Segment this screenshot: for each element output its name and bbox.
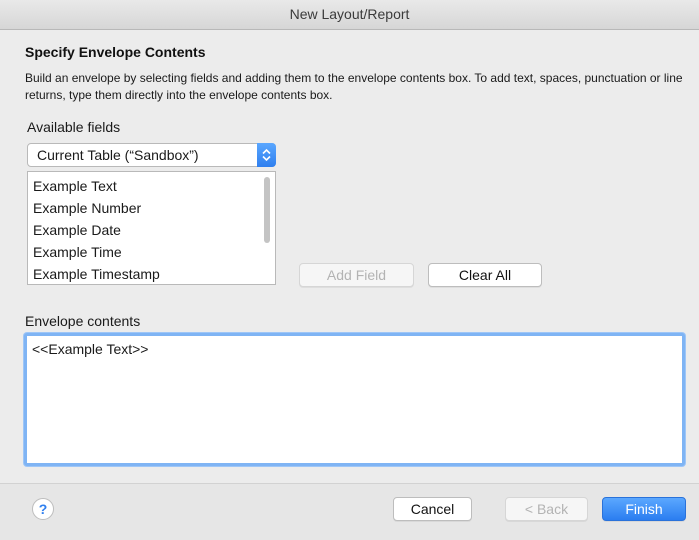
- list-scrollbar-thumb[interactable]: [264, 177, 270, 243]
- field-item-example-text[interactable]: Example Text: [28, 175, 275, 197]
- cancel-button[interactable]: Cancel: [393, 497, 472, 521]
- field-item-example-date[interactable]: Example Date: [28, 219, 275, 241]
- field-item-example-number[interactable]: Example Number: [28, 197, 275, 219]
- updown-chevron-icon[interactable]: [257, 143, 276, 167]
- field-item-example-timestamp[interactable]: Example Timestamp: [28, 263, 275, 284]
- table-select-value: Current Table (“Sandbox”): [37, 147, 199, 163]
- add-field-button[interactable]: Add Field: [299, 263, 414, 287]
- dialog-description: Build an envelope by selecting fields an…: [25, 71, 683, 102]
- finish-button[interactable]: Finish: [602, 497, 686, 521]
- field-item-example-time[interactable]: Example Time: [28, 241, 275, 263]
- table-select[interactable]: Current Table (“Sandbox”): [27, 143, 276, 167]
- available-fields-list[interactable]: Example Text Example Number Example Date…: [27, 171, 276, 285]
- dialog-heading: Specify Envelope Contents: [25, 44, 206, 60]
- help-button[interactable]: ?: [32, 498, 54, 520]
- envelope-contents-label: Envelope contents: [25, 313, 141, 329]
- back-button[interactable]: < Back: [505, 497, 588, 521]
- dialog-footer: [0, 483, 699, 540]
- envelope-contents-textarea[interactable]: <<Example Text>>: [24, 333, 685, 466]
- clear-all-button[interactable]: Clear All: [428, 263, 542, 287]
- window-title: New Layout/Report: [0, 0, 699, 30]
- available-fields-label: Available fields: [27, 119, 121, 135]
